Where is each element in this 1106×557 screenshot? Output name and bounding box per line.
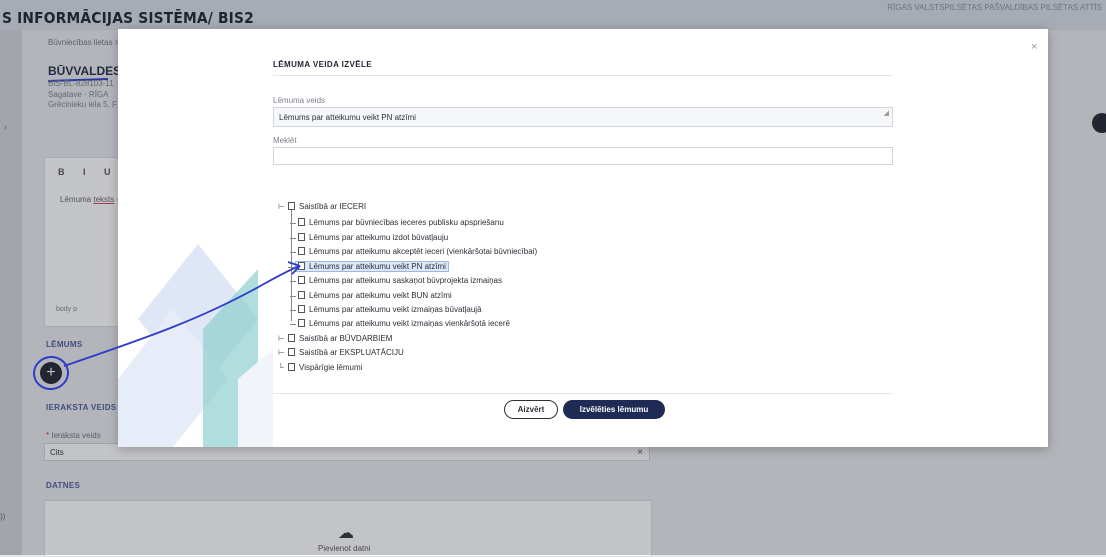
close-button[interactable]: Aizvērt	[504, 400, 558, 419]
tree-leaf-label: Lēmums par atteikumu akceptēt ieceri (vi…	[309, 247, 538, 256]
document-icon	[288, 202, 295, 210]
decision-type-modal: × LĒMUMA VEIDA IZVĒLE Lēmuma veids Lēmum…	[118, 29, 1048, 447]
divider	[273, 75, 893, 76]
tree-node-label: Saistībā ar BŪVDARBIEM	[299, 334, 393, 343]
tree-node-ieceri[interactable]: ⊢ Saistībā ar IECERI	[278, 202, 366, 211]
tree-leaf-label: Lēmums par atteikumu veikt PN atzīmi	[309, 262, 446, 271]
tree-branch-icon[interactable]: ⊢	[278, 334, 288, 343]
document-icon	[298, 291, 305, 299]
decision-type-field[interactable]: Lēmums par atteikumu veikt PN atzīmi ◢	[273, 107, 893, 127]
document-icon	[288, 334, 295, 342]
tree-leaf-label: Lēmums par atteikumu veikt BUN atzīmi	[309, 291, 452, 300]
search-label: Meklēt	[273, 136, 297, 145]
document-icon	[298, 276, 305, 284]
divider	[273, 393, 893, 394]
resize-handle-icon[interactable]: ◢	[884, 104, 889, 124]
decorative-shapes	[118, 244, 273, 447]
tree-leaf[interactable]: Lēmums par atteikumu saskaņot būvprojekt…	[290, 276, 502, 285]
tree-node-label: Saistībā ar EKSPLUATĀCIJU	[299, 348, 404, 357]
tree-node-ekspluataciju[interactable]: ⊢ Saistībā ar EKSPLUATĀCIJU	[278, 348, 404, 357]
tree-leaf-label: Lēmums par atteikumu veikt izmaiņas vien…	[309, 319, 510, 328]
tree-leaf-label: Lēmums par būvniecības ieceres publisku …	[309, 218, 504, 227]
tree-node-label: Saistībā ar IECERI	[299, 202, 367, 211]
tree-leaf[interactable]: Lēmums par atteikumu veikt BUN atzīmi	[290, 291, 452, 300]
document-icon	[298, 319, 305, 327]
tree-node-label: Vispārīgie lēmumi	[299, 363, 363, 372]
tree-leaf[interactable]: Lēmums par atteikumu veikt izmaiņas vien…	[290, 319, 510, 328]
tree-connector	[291, 209, 292, 321]
document-icon	[298, 218, 305, 226]
tree-leaf-label: Lēmums par atteikumu veikt izmaiņas būva…	[309, 305, 482, 314]
tree-branch-icon[interactable]: ⊢	[278, 348, 288, 357]
modal-title: LĒMUMA VEIDA IZVĒLE	[273, 60, 373, 69]
tree-node-visparigie[interactable]: └ Vispārīgie lēmumi	[278, 363, 362, 372]
choose-decision-button[interactable]: Izvēlēties lēmumu	[563, 400, 665, 419]
tree-branch-icon[interactable]: └	[278, 363, 288, 372]
tree-leaf[interactable]: Lēmums par atteikumu veikt izmaiņas būva…	[290, 305, 482, 314]
tree-leaf[interactable]: Lēmums par atteikumu akceptēt ieceri (vi…	[289, 247, 538, 256]
search-input[interactable]	[273, 147, 893, 165]
decision-type-label: Lēmuma veids	[273, 96, 326, 105]
close-icon[interactable]: ×	[1031, 41, 1037, 53]
document-icon	[298, 262, 305, 270]
tree-leaf-label: Lēmums par atteikumu saskaņot būvprojekt…	[309, 276, 502, 285]
tree-leaf-label: Lēmums par atteikumu izdot būvatļauju	[309, 233, 449, 242]
document-icon	[298, 247, 305, 255]
tree-leaf[interactable]: Lēmums par atteikumu izdot būvatļauju	[289, 233, 449, 242]
decision-tree: ⊢ Saistībā ar IECERI Lēmums par būvniecīb…	[278, 199, 798, 379]
document-icon	[288, 363, 295, 371]
decision-type-value: Lēmums par atteikumu veikt PN atzīmi	[279, 113, 416, 122]
collapse-icon[interactable]: ⊢	[278, 202, 288, 211]
document-icon	[298, 233, 305, 241]
document-icon	[298, 305, 305, 313]
tree-node-buvdarbiem[interactable]: ⊢ Saistībā ar BŪVDARBIEM	[278, 334, 392, 343]
tree-leaf-selected[interactable]: Lēmums par atteikumu veikt PN atzīmi	[288, 261, 449, 272]
document-icon	[288, 348, 295, 356]
tree-leaf[interactable]: Lēmums par būvniecības ieceres publisku …	[290, 218, 504, 227]
